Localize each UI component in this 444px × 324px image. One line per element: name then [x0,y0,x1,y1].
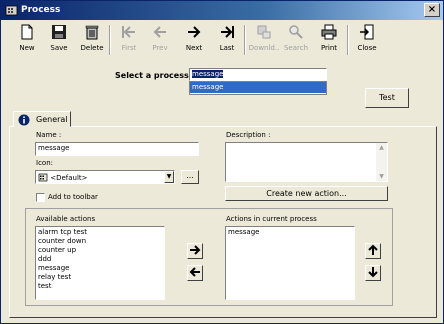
first-record-icon [122,26,135,38]
next-label: Next [185,44,203,52]
toolbar-separator [244,25,246,55]
process-window: Process × New Save Delete First Prev Nex… [0,0,444,324]
tab-general-label: General [36,115,68,124]
list-item[interactable]: test [38,282,162,291]
name-input[interactable]: message [35,142,199,156]
new-label: New [19,44,35,52]
building-icon [38,173,48,182]
scroll-down-icon[interactable]: ▼ [376,172,387,181]
available-actions-label: Available actions [36,215,96,223]
move-up-button[interactable] [365,243,381,259]
last-record-icon [221,26,234,38]
list-item[interactable]: counter down [38,237,162,246]
current-actions-list[interactable]: message [225,226,355,300]
add-to-toolbar-checkbox[interactable] [36,193,45,202]
trash-can-icon [85,25,99,40]
description-textarea[interactable] [225,142,388,182]
info-icon [18,114,30,126]
next-record-icon [188,26,201,38]
description-scrollbar[interactable]: ▲ ▼ [376,143,387,181]
print-label: Print [320,44,338,52]
add-to-toolbar-label: Add to toolbar [48,193,98,201]
save-label: Save [50,44,68,52]
previous-record-icon [153,26,166,38]
create-new-action-button[interactable]: Create new action... [225,186,388,201]
list-item[interactable]: alarm tcp test [38,228,162,237]
exit-door-icon [360,24,374,40]
first-label: First [121,44,137,52]
last-button[interactable]: Last [211,23,243,57]
download-label: Downld.. [248,44,280,52]
list-item[interactable]: message [38,264,162,273]
process-select-input[interactable]: message [189,68,327,81]
tab-general[interactable]: General [13,111,71,127]
process-option[interactable]: message [190,82,326,93]
close-label: Close [357,44,377,52]
new-document-icon [21,24,33,40]
print-button[interactable]: Print [313,23,345,57]
process-select-value: message [192,70,224,78]
prev-label: Prev [152,44,168,52]
arrow-right-icon [190,245,201,255]
current-actions-label: Actions in current process [226,215,317,223]
description-label: Description : [226,131,271,139]
list-item[interactable]: counter up [38,246,162,255]
floppy-disk-icon [52,25,66,39]
download-button[interactable]: Downld.. [248,23,280,57]
delete-button[interactable]: Delete [76,23,108,57]
window-close-button[interactable]: × [424,3,440,17]
arrow-up-icon [368,244,378,255]
add-action-button[interactable] [187,243,203,259]
arrow-down-icon [368,267,378,278]
next-button[interactable]: Next [178,23,210,57]
icon-browse-button[interactable]: ... [181,170,199,184]
printer-icon [321,24,337,40]
toolbar-separator [347,25,349,55]
window-title: Process [21,5,61,15]
download-icon [257,25,271,39]
list-item[interactable]: relay test [38,273,162,282]
search-button[interactable]: Search [280,23,312,57]
remove-action-button[interactable] [187,265,203,281]
test-button[interactable]: Test [365,88,409,108]
list-item[interactable]: message [228,228,352,237]
close-button[interactable]: Close [351,23,383,57]
icon-label: Icon: [36,159,53,167]
new-button[interactable]: New [11,23,43,57]
search-label: Search [283,44,309,52]
available-actions-list[interactable]: alarm tcp test counter down counter up d… [35,226,165,300]
scroll-up-icon[interactable]: ▲ [376,143,387,152]
process-dropdown-list[interactable]: message [189,81,327,95]
last-label: Last [219,44,235,52]
search-icon [289,25,303,39]
arrow-left-icon [189,267,200,277]
toolbar-separator [109,25,111,55]
list-item[interactable]: ddd [38,255,162,264]
select-process-label: Select a process : [115,71,195,80]
process-app-icon [5,5,18,16]
icon-dropdown-button[interactable]: ▼ [164,171,174,183]
prev-button[interactable]: Prev [144,23,176,57]
delete-label: Delete [80,44,104,52]
save-button[interactable]: Save [43,23,75,57]
toolbar: New Save Delete First Prev Next Last Dow… [1,21,443,59]
title-bar: Process × [1,1,443,20]
icon-select-value: <Default> [50,174,88,182]
icon-select[interactable]: <Default> [35,170,175,184]
name-label: Name : [36,131,62,139]
first-button[interactable]: First [113,23,145,57]
move-down-button[interactable] [365,265,381,281]
